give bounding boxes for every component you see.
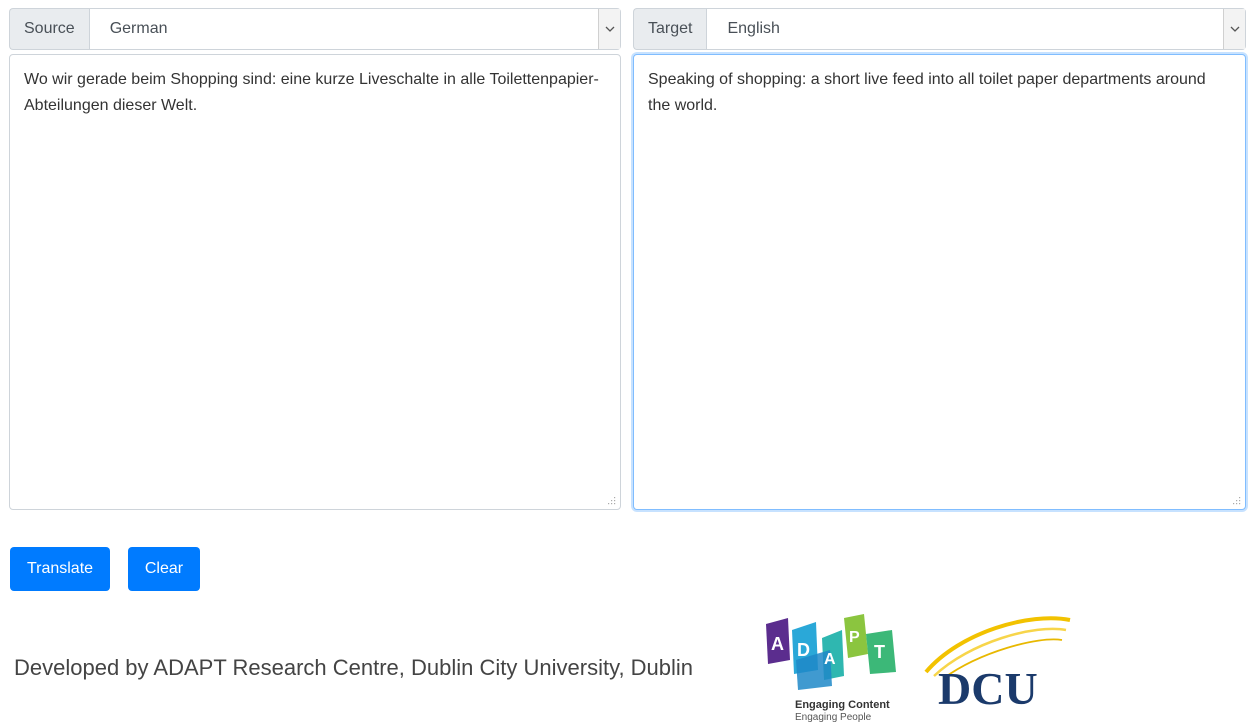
dcu-wordmark: DCU bbox=[938, 663, 1038, 712]
adapt-letter-d: D bbox=[797, 640, 810, 660]
resize-grip-icon[interactable] bbox=[607, 496, 616, 505]
adapt-tagline-2: Engaging People bbox=[795, 712, 872, 722]
footer-credit: Developed by ADAPT Research Centre, Dubl… bbox=[14, 655, 694, 680]
source-addon-label: Source bbox=[9, 8, 89, 50]
clear-button[interactable]: Clear bbox=[128, 547, 200, 591]
target-language-group: Target English bbox=[633, 8, 1246, 50]
adapt-letter-a: A bbox=[771, 634, 784, 654]
dcu-logo: DCU bbox=[924, 616, 1071, 712]
target-language-value: English bbox=[727, 20, 780, 37]
source-language-group: Source German bbox=[9, 8, 621, 50]
resize-grip-icon[interactable] bbox=[1232, 496, 1241, 505]
adapt-letter-a2: A bbox=[824, 651, 836, 668]
chevron-down-icon[interactable] bbox=[1223, 9, 1245, 49]
source-panel: Source German Wo wir gerade beim Shoppin… bbox=[9, 8, 621, 510]
target-addon-label: Target bbox=[633, 8, 707, 50]
source-textarea[interactable]: Wo wir gerade beim Shopping sind: eine k… bbox=[9, 54, 621, 510]
chevron-down-icon[interactable] bbox=[598, 9, 620, 49]
translate-button[interactable]: Translate bbox=[10, 547, 110, 591]
source-language-value: German bbox=[109, 20, 168, 37]
target-panel: Target English Speaking of shopping: a s… bbox=[633, 8, 1246, 510]
target-language-select[interactable]: English bbox=[706, 8, 1246, 50]
adapt-tagline-1: Engaging Content bbox=[795, 699, 890, 711]
adapt-logo: A D A P T Engaging Content Engaging Peop… bbox=[766, 614, 896, 722]
source-text: Wo wir gerade beim Shopping sind: eine k… bbox=[24, 71, 599, 114]
target-text: Speaking of shopping: a short live feed … bbox=[648, 71, 1206, 114]
source-language-select[interactable]: German bbox=[88, 8, 621, 50]
adapt-letter-p: P bbox=[849, 629, 860, 646]
target-textarea[interactable]: Speaking of shopping: a short live feed … bbox=[633, 54, 1246, 510]
adapt-letter-t: T bbox=[874, 642, 885, 662]
